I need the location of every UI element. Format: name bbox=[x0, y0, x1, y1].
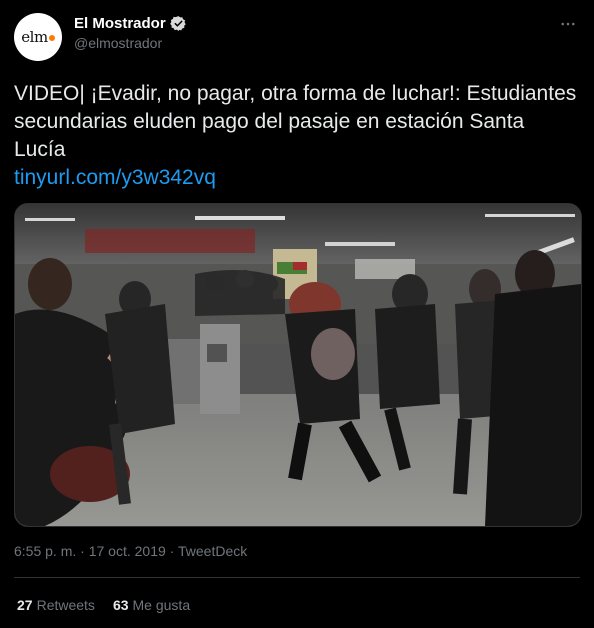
tweet-link[interactable]: tinyurl.com/y3w342vq bbox=[14, 164, 580, 192]
meta-separator-2: · bbox=[169, 543, 175, 559]
video-frame bbox=[15, 204, 581, 526]
likes-count: 63 bbox=[112, 597, 129, 613]
more-options-icon[interactable] bbox=[558, 14, 578, 34]
retweets-count: 27 bbox=[17, 597, 33, 613]
retweets-label: Retweets bbox=[36, 597, 95, 613]
account-info: El Mostrador @elmostrador bbox=[74, 15, 187, 51]
tweet-source[interactable]: TweetDeck bbox=[178, 543, 247, 559]
likes-stat[interactable]: 63 Me gusta bbox=[113, 597, 190, 613]
tweet-date[interactable]: 17 oct. 2019 bbox=[89, 543, 166, 559]
tweet: elm El Mostrador @elmostrador VIDEO| ¡Ev… bbox=[0, 0, 594, 628]
tweet-video[interactable] bbox=[14, 203, 582, 527]
divider-top bbox=[14, 577, 580, 578]
avatar-logo-text: elm bbox=[21, 28, 48, 46]
avatar-logo-dot bbox=[48, 35, 55, 41]
retweets-stat[interactable]: 27 Retweets bbox=[17, 597, 95, 613]
display-name-row[interactable]: El Mostrador bbox=[74, 15, 187, 32]
handle[interactable]: @elmostrador bbox=[74, 35, 187, 51]
avatar[interactable]: elm bbox=[14, 13, 62, 61]
tweet-text-block: VIDEO| ¡Evadir, no pagar, otra forma de … bbox=[14, 80, 580, 192]
tweet-time[interactable]: 6:55 p. m. bbox=[14, 543, 76, 559]
verified-badge-icon bbox=[169, 15, 187, 32]
tweet-text: VIDEO| ¡Evadir, no pagar, otra forma de … bbox=[14, 82, 577, 161]
likes-label: Me gusta bbox=[132, 597, 191, 613]
engagement-stats: 27 Retweets 63 Me gusta bbox=[17, 597, 190, 613]
display-name: El Mostrador bbox=[74, 15, 166, 32]
tweet-meta: 6:55 p. m. · 17 oct. 2019 · TweetDeck bbox=[14, 543, 247, 559]
meta-separator: · bbox=[80, 543, 85, 559]
